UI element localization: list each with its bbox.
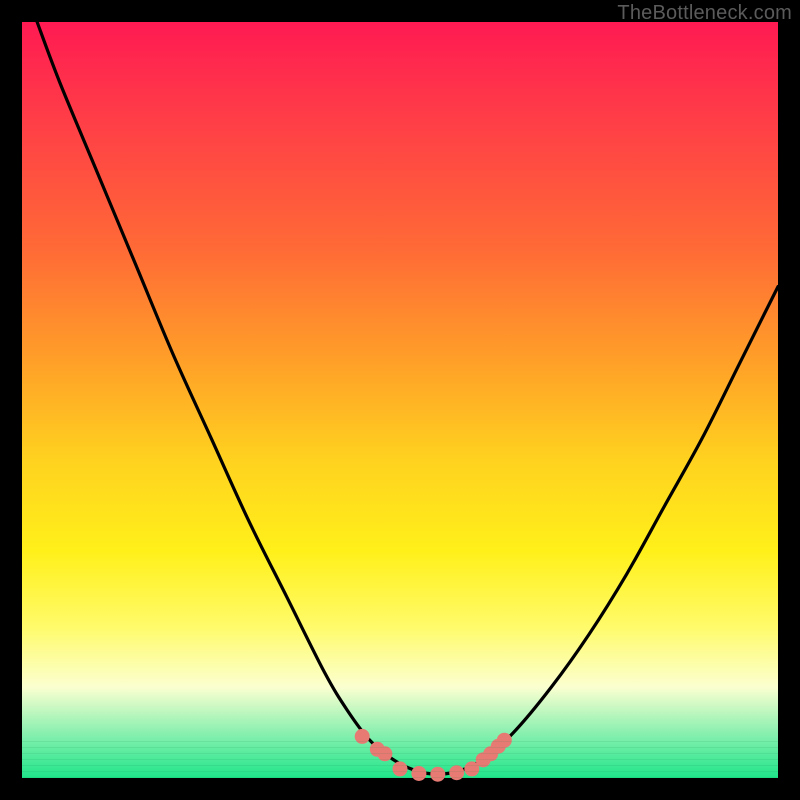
plot-area <box>22 22 778 778</box>
markers-group <box>355 729 512 782</box>
curve-marker <box>377 746 392 761</box>
chart-frame: TheBottleneck.com <box>0 0 800 800</box>
curve-svg <box>22 22 778 778</box>
curve-marker <box>430 767 445 782</box>
curve-marker <box>355 729 370 744</box>
bottleneck-curve-path <box>37 22 778 774</box>
curve-marker <box>497 733 512 748</box>
curve-marker <box>411 766 426 781</box>
curve-marker <box>393 761 408 776</box>
curve-marker <box>449 765 464 780</box>
